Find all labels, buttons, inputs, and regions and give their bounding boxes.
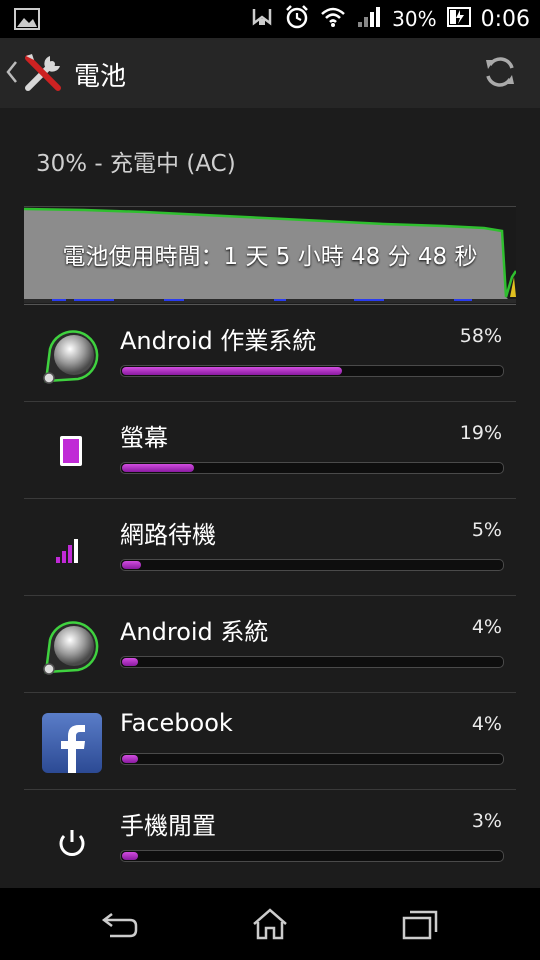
usage-item-name: Facebook [120,709,233,737]
battery-status-text: 30% - 充電中 (AC) [36,151,236,177]
usage-bar-fill [122,367,342,375]
usage-list-item[interactable]: 螢幕 19% [24,401,516,498]
recent-apps-icon[interactable] [400,906,440,946]
usage-item-name: 網路待機 [120,521,216,549]
usage-bar-fill [122,852,138,860]
usage-item-percent: 19% [459,422,502,444]
usage-bar-fill [122,755,138,763]
power-icon [40,808,104,872]
android-os-icon [40,323,104,387]
usage-list-item[interactable]: Facebook 4% [24,692,516,789]
nfc-icon [250,5,274,33]
battery-history-graph[interactable]: 電池使用時間：1 天 5 小時 48 分 48 秒 [24,206,516,303]
usage-list-item[interactable]: 手機閒置 3% [24,789,516,886]
signal-icon [356,6,382,32]
usage-item-percent: 4% [471,616,502,638]
usage-bar-track [120,462,504,474]
tools-icon[interactable] [22,52,64,98]
usage-item-percent: 4% [471,713,502,735]
usage-bar-track [120,365,504,377]
refresh-icon[interactable] [482,54,518,94]
usage-item-percent: 58% [459,325,502,347]
status-bar: 30% 0:06 [0,0,540,38]
usage-item-percent: 5% [471,519,502,541]
android-system-icon [40,614,104,678]
alarm-icon [284,4,310,34]
usage-bar-fill [122,561,141,569]
wifi-icon [320,6,346,32]
battery-charging-icon [446,6,471,32]
clock: 0:06 [480,6,530,32]
usage-bar-track [120,850,504,862]
usage-bar-track [120,559,504,571]
usage-bar-fill [122,464,194,472]
usage-item-percent: 3% [471,810,502,832]
page-title: 電池 [74,62,127,92]
battery-content: 30% - 充電中 (AC) 電池使用時間：1 天 5 小時 48 分 48 秒… [0,108,540,888]
action-bar: 電池 [0,38,540,109]
navigation-bar [0,888,540,960]
usage-list-item[interactable]: 網路待機 5% [24,498,516,595]
facebook-icon [40,711,104,775]
usage-list: Android 作業系統 58% 螢幕 19% 網路待機 5% Android 系統 4% Fa… [24,304,516,886]
back-icon[interactable] [100,906,140,946]
usage-item-name: 手機閒置 [120,812,216,840]
usage-list-item[interactable]: Android 作業系統 58% [24,304,516,401]
home-icon[interactable] [250,906,290,946]
back-chevron-icon[interactable] [6,58,18,90]
usage-time-caption: 電池使用時間：1 天 5 小時 48 分 48 秒 [62,244,478,270]
usage-bar-track [120,656,504,668]
battery-percent: 30% [392,7,437,31]
usage-item-name: Android 作業系統 [120,327,317,355]
usage-item-name: Android 系統 [120,618,269,646]
usage-list-item[interactable]: Android 系統 4% [24,595,516,692]
usage-bar-track [120,753,504,765]
usage-item-name: 螢幕 [120,424,168,452]
usage-bar-fill [122,658,138,666]
cell-standby-icon [40,517,104,581]
image-icon [14,8,40,34]
screen-icon [40,420,104,484]
